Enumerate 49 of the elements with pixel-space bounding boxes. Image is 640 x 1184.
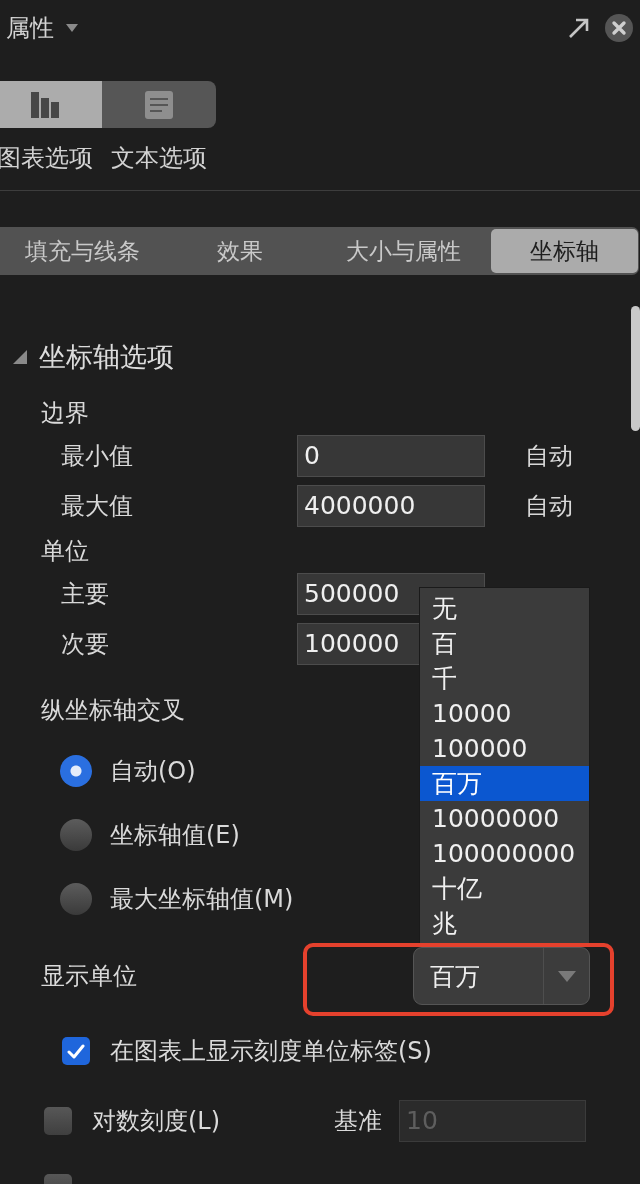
segmented-button[interactable] [102, 81, 216, 128]
checkbox-label: 在图表上显示刻度单位标签(S) [110, 1037, 432, 1065]
arrow-icon[interactable] [568, 17, 590, 39]
field-label: 主要 [61, 580, 109, 608]
scrollbar[interactable] [631, 306, 640, 431]
radio-button[interactable] [60, 755, 92, 787]
dropdown[interactable]: 百万 [413, 947, 590, 1005]
radio-label: 坐标轴值(E) [110, 820, 240, 850]
field-label: 显示单位 [41, 962, 137, 990]
radio-label: 最大坐标轴值(M) [110, 884, 294, 914]
number-field[interactable]: 0 [297, 435, 485, 477]
field-label: 次要 [61, 630, 109, 658]
bar-chart-icon [31, 91, 59, 118]
dropdown-option[interactable]: 10000000 [420, 801, 589, 836]
section-title: 坐标轴选项 [39, 340, 174, 374]
segmented-button[interactable] [0, 81, 102, 128]
dropdown-option[interactable]: 100000000 [420, 836, 589, 871]
checkbox[interactable] [44, 1107, 72, 1135]
tab[interactable]: 效果 [164, 229, 316, 273]
dropdown-option[interactable]: 十亿 [420, 871, 589, 906]
radio-button[interactable] [60, 819, 92, 851]
caret-down-icon[interactable] [66, 24, 78, 32]
auto-label: 自动 [525, 441, 573, 471]
option-label: 文本选项 [111, 144, 207, 172]
dropdown-option[interactable]: 100000 [420, 731, 589, 766]
close-icon[interactable] [605, 14, 633, 42]
auto-label: 自动 [525, 491, 573, 521]
field-label: 最大值 [61, 492, 133, 520]
group-title: 纵坐标轴交叉 [41, 696, 185, 724]
dropdown-option[interactable]: 10000 [420, 696, 589, 731]
dropdown-option[interactable]: 百万 [420, 766, 589, 801]
caret-down-icon [557, 970, 576, 982]
checkmark-icon [67, 1043, 85, 1059]
document-icon [145, 90, 173, 119]
field-label: 基准 [334, 1106, 382, 1136]
tab[interactable]: 大小与属性 [316, 229, 491, 273]
field-label: 最小值 [61, 442, 133, 470]
panel-title: 属性 [6, 13, 54, 43]
dropdown-option[interactable]: 兆 [420, 906, 589, 941]
radio-label: 自动(O) [110, 756, 196, 786]
group-title: 单位 [41, 537, 89, 565]
checkbox-label: 对数刻度(L) [92, 1107, 221, 1135]
number-field[interactable]: 4000000 [297, 485, 485, 527]
group-title: 边界 [41, 399, 89, 427]
checkbox[interactable] [62, 1037, 90, 1065]
triangle-icon[interactable] [13, 350, 27, 364]
tab[interactable]: 坐标轴 [491, 229, 638, 273]
tab[interactable]: 填充与线条 [0, 229, 164, 273]
radio-button[interactable] [60, 883, 92, 915]
